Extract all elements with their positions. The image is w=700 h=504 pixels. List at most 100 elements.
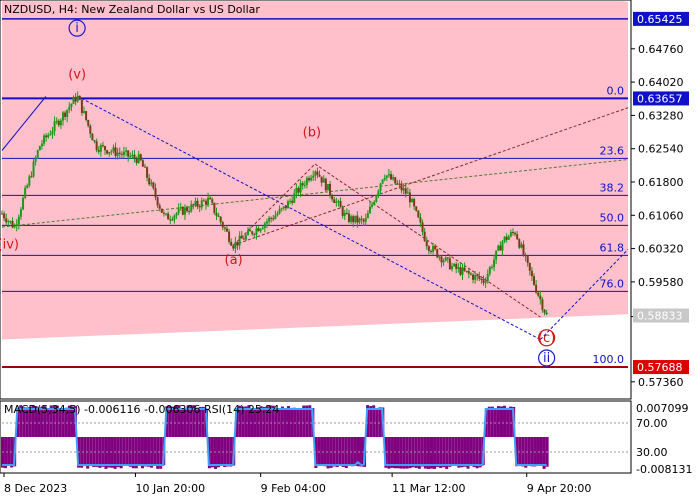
candle-body	[291, 200, 294, 203]
candle-body	[141, 160, 144, 167]
candle-body	[265, 221, 268, 224]
candle-body	[478, 276, 481, 279]
candle-body	[143, 166, 146, 168]
candle-body	[259, 229, 262, 232]
macd-bar	[451, 437, 455, 466]
candle-body	[408, 192, 411, 203]
candle-body	[158, 205, 161, 209]
candle-body	[152, 182, 155, 189]
candle-body	[234, 242, 237, 249]
candle-body	[137, 154, 140, 163]
macd-bar	[393, 437, 397, 469]
candle-body	[366, 213, 369, 219]
candle-body	[24, 187, 27, 198]
candle-body	[160, 208, 163, 213]
candle-body	[537, 292, 540, 296]
macd-bar	[320, 437, 324, 466]
price-boxes: 0.65425 0.63657 0.58833 0.57688	[633, 11, 689, 375]
candle-body	[5, 218, 8, 223]
candle-body	[278, 209, 281, 214]
macd-bar	[499, 406, 503, 437]
macd-bar	[317, 437, 321, 466]
candle-body	[461, 267, 464, 275]
candle-body	[402, 188, 405, 191]
candle-body	[316, 171, 319, 175]
candle-body	[467, 271, 470, 274]
candle-body	[120, 153, 123, 155]
candle-body	[303, 184, 306, 186]
candle-body	[167, 213, 170, 220]
chart-canvas: 0.0 23.6 38.2 50.0 61.8 76.0 100.0 i (v) (iv) (a)…	[0, 0, 692, 495]
candle-body	[93, 140, 96, 142]
candle-body	[530, 270, 533, 277]
candle-body	[244, 234, 247, 240]
time-tick-label: 11 Mar 12:00	[392, 482, 465, 495]
candle-body	[165, 213, 168, 215]
macd-bar	[399, 437, 403, 469]
candle-body	[135, 158, 138, 163]
candle-body	[116, 152, 119, 156]
candle-body	[442, 260, 445, 263]
candle-body	[22, 197, 25, 210]
candle-body	[295, 187, 298, 194]
candle-body	[453, 263, 456, 267]
wave-label: i	[75, 21, 79, 36]
candle-body	[169, 219, 172, 221]
candle-body	[318, 174, 321, 177]
candle-body	[198, 206, 201, 208]
macd-bar	[469, 437, 473, 466]
candle-body	[80, 99, 83, 113]
candle-body	[99, 145, 102, 152]
wave-label: (a)	[225, 253, 243, 268]
candle-body	[215, 212, 218, 216]
candle-body	[499, 245, 502, 251]
time-tick-label: 9 Feb 04:00	[261, 482, 326, 495]
macd-bar	[280, 406, 284, 437]
macd-bar	[293, 407, 297, 437]
candle-body	[40, 143, 43, 147]
candle-body	[108, 152, 111, 154]
time-tick-label: 9 Apr 20:00	[527, 482, 592, 495]
time-tick-label: 10 Jan 20:00	[135, 482, 205, 495]
candle-body	[501, 241, 504, 251]
candle-body	[495, 250, 498, 260]
candle-body	[263, 223, 266, 228]
candle-body	[308, 178, 311, 181]
macd-bar	[86, 437, 90, 469]
candle-body	[482, 279, 485, 283]
macd-bar	[125, 437, 129, 466]
candle-body	[360, 218, 363, 220]
candle-body	[520, 244, 523, 248]
candle-body	[282, 206, 285, 209]
candle-body	[368, 206, 371, 214]
indicator-tick-label: 0.007099	[636, 402, 689, 415]
candle-body	[377, 190, 380, 196]
candle-body	[76, 96, 79, 102]
candle-body	[154, 188, 157, 198]
macd-bar	[308, 405, 312, 437]
candle-body	[362, 219, 365, 222]
candle-body	[274, 215, 277, 219]
candle-body	[406, 192, 409, 194]
candle-body	[543, 309, 546, 313]
candle-body	[459, 267, 462, 275]
candle-body	[341, 207, 344, 216]
candle-body	[488, 267, 491, 274]
wave-label: (c)	[538, 331, 555, 346]
macd-bar	[372, 405, 376, 437]
candle-body	[53, 121, 56, 132]
candle-body	[175, 213, 178, 216]
candle-body	[423, 231, 426, 242]
candle-body	[59, 120, 62, 126]
macd-bar	[4, 437, 8, 469]
candle-body	[335, 201, 338, 203]
indicator-tick-label: 70.00	[636, 417, 668, 430]
candle-body	[7, 221, 10, 223]
macd-bar	[290, 407, 294, 437]
candle-body	[236, 242, 239, 246]
macd-bar	[7, 437, 11, 466]
price-tick-label: 0.63280	[638, 109, 684, 122]
candle-body	[413, 198, 416, 207]
candle-body	[444, 257, 447, 261]
candle-body	[339, 201, 342, 208]
